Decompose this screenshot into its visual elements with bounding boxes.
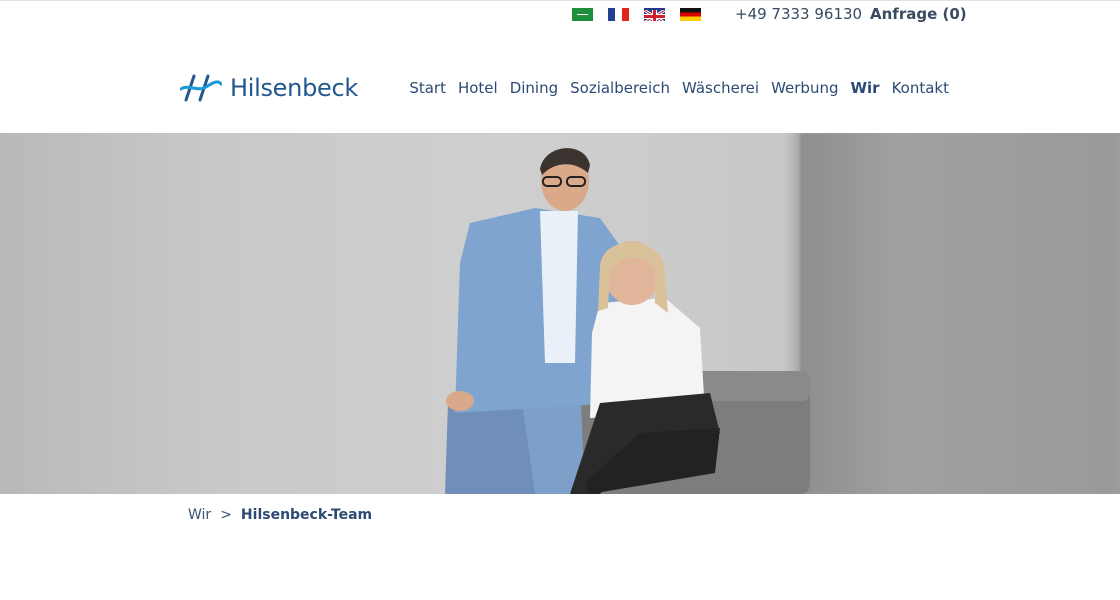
uk-flag-icon[interactable] [644,7,665,21]
language-switcher [572,4,716,24]
nav-item-wir[interactable]: Wir [850,79,879,97]
inquiry-link[interactable]: Anfrage (0) [870,5,967,23]
phone-number[interactable]: +49 7333 96130 [735,5,862,23]
team-photo [445,148,810,494]
nav-item-hotel[interactable]: Hotel [458,79,498,97]
hero-image [0,133,1120,494]
breadcrumb-separator: > [220,507,232,523]
breadcrumb-current: Hilsenbeck-Team [240,507,373,523]
nav-item-kontakt[interactable]: Kontakt [892,79,949,97]
germany-flag-icon[interactable] [680,7,701,21]
nav-item-start[interactable]: Start [409,79,446,97]
nav-item-werbung[interactable]: Werbung [771,79,838,97]
main-nav: Start Hotel Dining Sozialbereich Wäscher… [397,79,949,97]
france-flag-icon[interactable] [608,7,629,21]
logo[interactable]: Hilsenbeck [180,74,358,102]
logo-text: Hilsenbeck [230,74,358,102]
top-border [0,0,1120,1]
nav-item-sozialbereich[interactable]: Sozialbereich [570,79,670,97]
nav-item-dining[interactable]: Dining [510,79,558,97]
nav-item-waescherei[interactable]: Wäscherei [682,79,759,97]
breadcrumb-parent[interactable]: Wir [188,507,211,523]
hilsenbeck-logo-icon [180,74,222,102]
breadcrumb: Wir > Hilsenbeck-Team [188,507,372,523]
arabic-flag-icon[interactable] [572,7,593,21]
